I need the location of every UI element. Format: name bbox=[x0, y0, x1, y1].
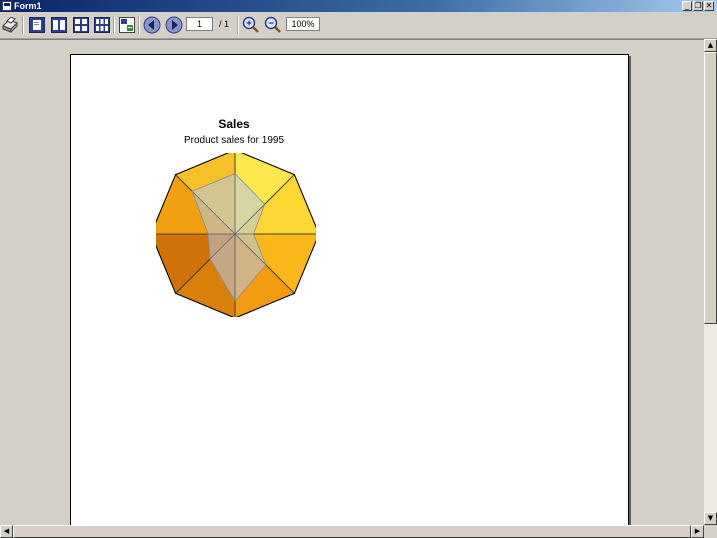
scroll-left-button[interactable]: ◀ bbox=[0, 525, 13, 538]
scroll-up-button[interactable]: ▲ bbox=[704, 39, 717, 52]
close-button[interactable]: ✕ bbox=[704, 1, 714, 11]
app-icon bbox=[2, 1, 12, 11]
thumbnails-icon bbox=[119, 17, 135, 33]
zoom-in-icon bbox=[242, 16, 259, 33]
two-pages-icon bbox=[51, 17, 67, 33]
single-page-icon bbox=[29, 17, 45, 33]
print-button[interactable] bbox=[0, 15, 20, 35]
vertical-scroll-thumb[interactable] bbox=[704, 52, 717, 324]
chart-subtitle: Product sales for 1995 bbox=[183, 135, 285, 146]
vertical-scrollbar[interactable]: ▲ ▼ bbox=[704, 39, 717, 525]
printer-icon bbox=[2, 17, 18, 33]
single-page-button[interactable] bbox=[27, 15, 47, 35]
arrow-right-icon bbox=[165, 16, 183, 34]
four-pages-icon bbox=[73, 17, 89, 33]
previous-page-button[interactable] bbox=[142, 15, 162, 35]
title-bar: Form1 _ ❐ ✕ bbox=[0, 0, 717, 12]
preview-area: Sales Product sales for 1995 bbox=[0, 39, 704, 526]
six-pages-button[interactable] bbox=[92, 15, 112, 35]
zoom-in-button[interactable] bbox=[241, 15, 261, 35]
chart-title: Sales bbox=[218, 117, 250, 131]
toolbar-separator bbox=[138, 16, 139, 34]
report-page: Sales Product sales for 1995 bbox=[70, 54, 629, 526]
two-pages-button[interactable] bbox=[49, 15, 69, 35]
zoom-out-icon bbox=[264, 16, 281, 33]
scrollbar-corner bbox=[704, 525, 717, 538]
window-title: Form1 bbox=[14, 1, 42, 11]
toolbar-separator bbox=[22, 16, 23, 34]
zoom-level-input[interactable]: 100% bbox=[286, 17, 320, 31]
page-total-label: / 1 bbox=[219, 19, 230, 29]
horizontal-scrollbar[interactable]: ◀ ▶ bbox=[0, 525, 704, 538]
scroll-down-button[interactable]: ▼ bbox=[704, 512, 717, 525]
toolbar bbox=[0, 12, 717, 39]
radar-chart bbox=[156, 153, 316, 317]
minimize-button[interactable]: _ bbox=[682, 1, 692, 11]
four-pages-button[interactable] bbox=[71, 15, 91, 35]
thumbnails-button[interactable] bbox=[117, 15, 137, 35]
horizontal-scroll-thumb[interactable] bbox=[13, 525, 691, 538]
toolbar-separator bbox=[237, 16, 238, 34]
zoom-out-button[interactable] bbox=[263, 15, 283, 35]
arrow-left-icon bbox=[143, 16, 161, 34]
next-page-button[interactable] bbox=[164, 15, 184, 35]
toolbar-separator bbox=[113, 16, 114, 34]
restore-button[interactable]: ❐ bbox=[693, 1, 703, 11]
scroll-right-button[interactable]: ▶ bbox=[691, 525, 704, 538]
page-number-input[interactable]: 1 bbox=[186, 17, 213, 31]
six-pages-icon bbox=[94, 17, 110, 33]
